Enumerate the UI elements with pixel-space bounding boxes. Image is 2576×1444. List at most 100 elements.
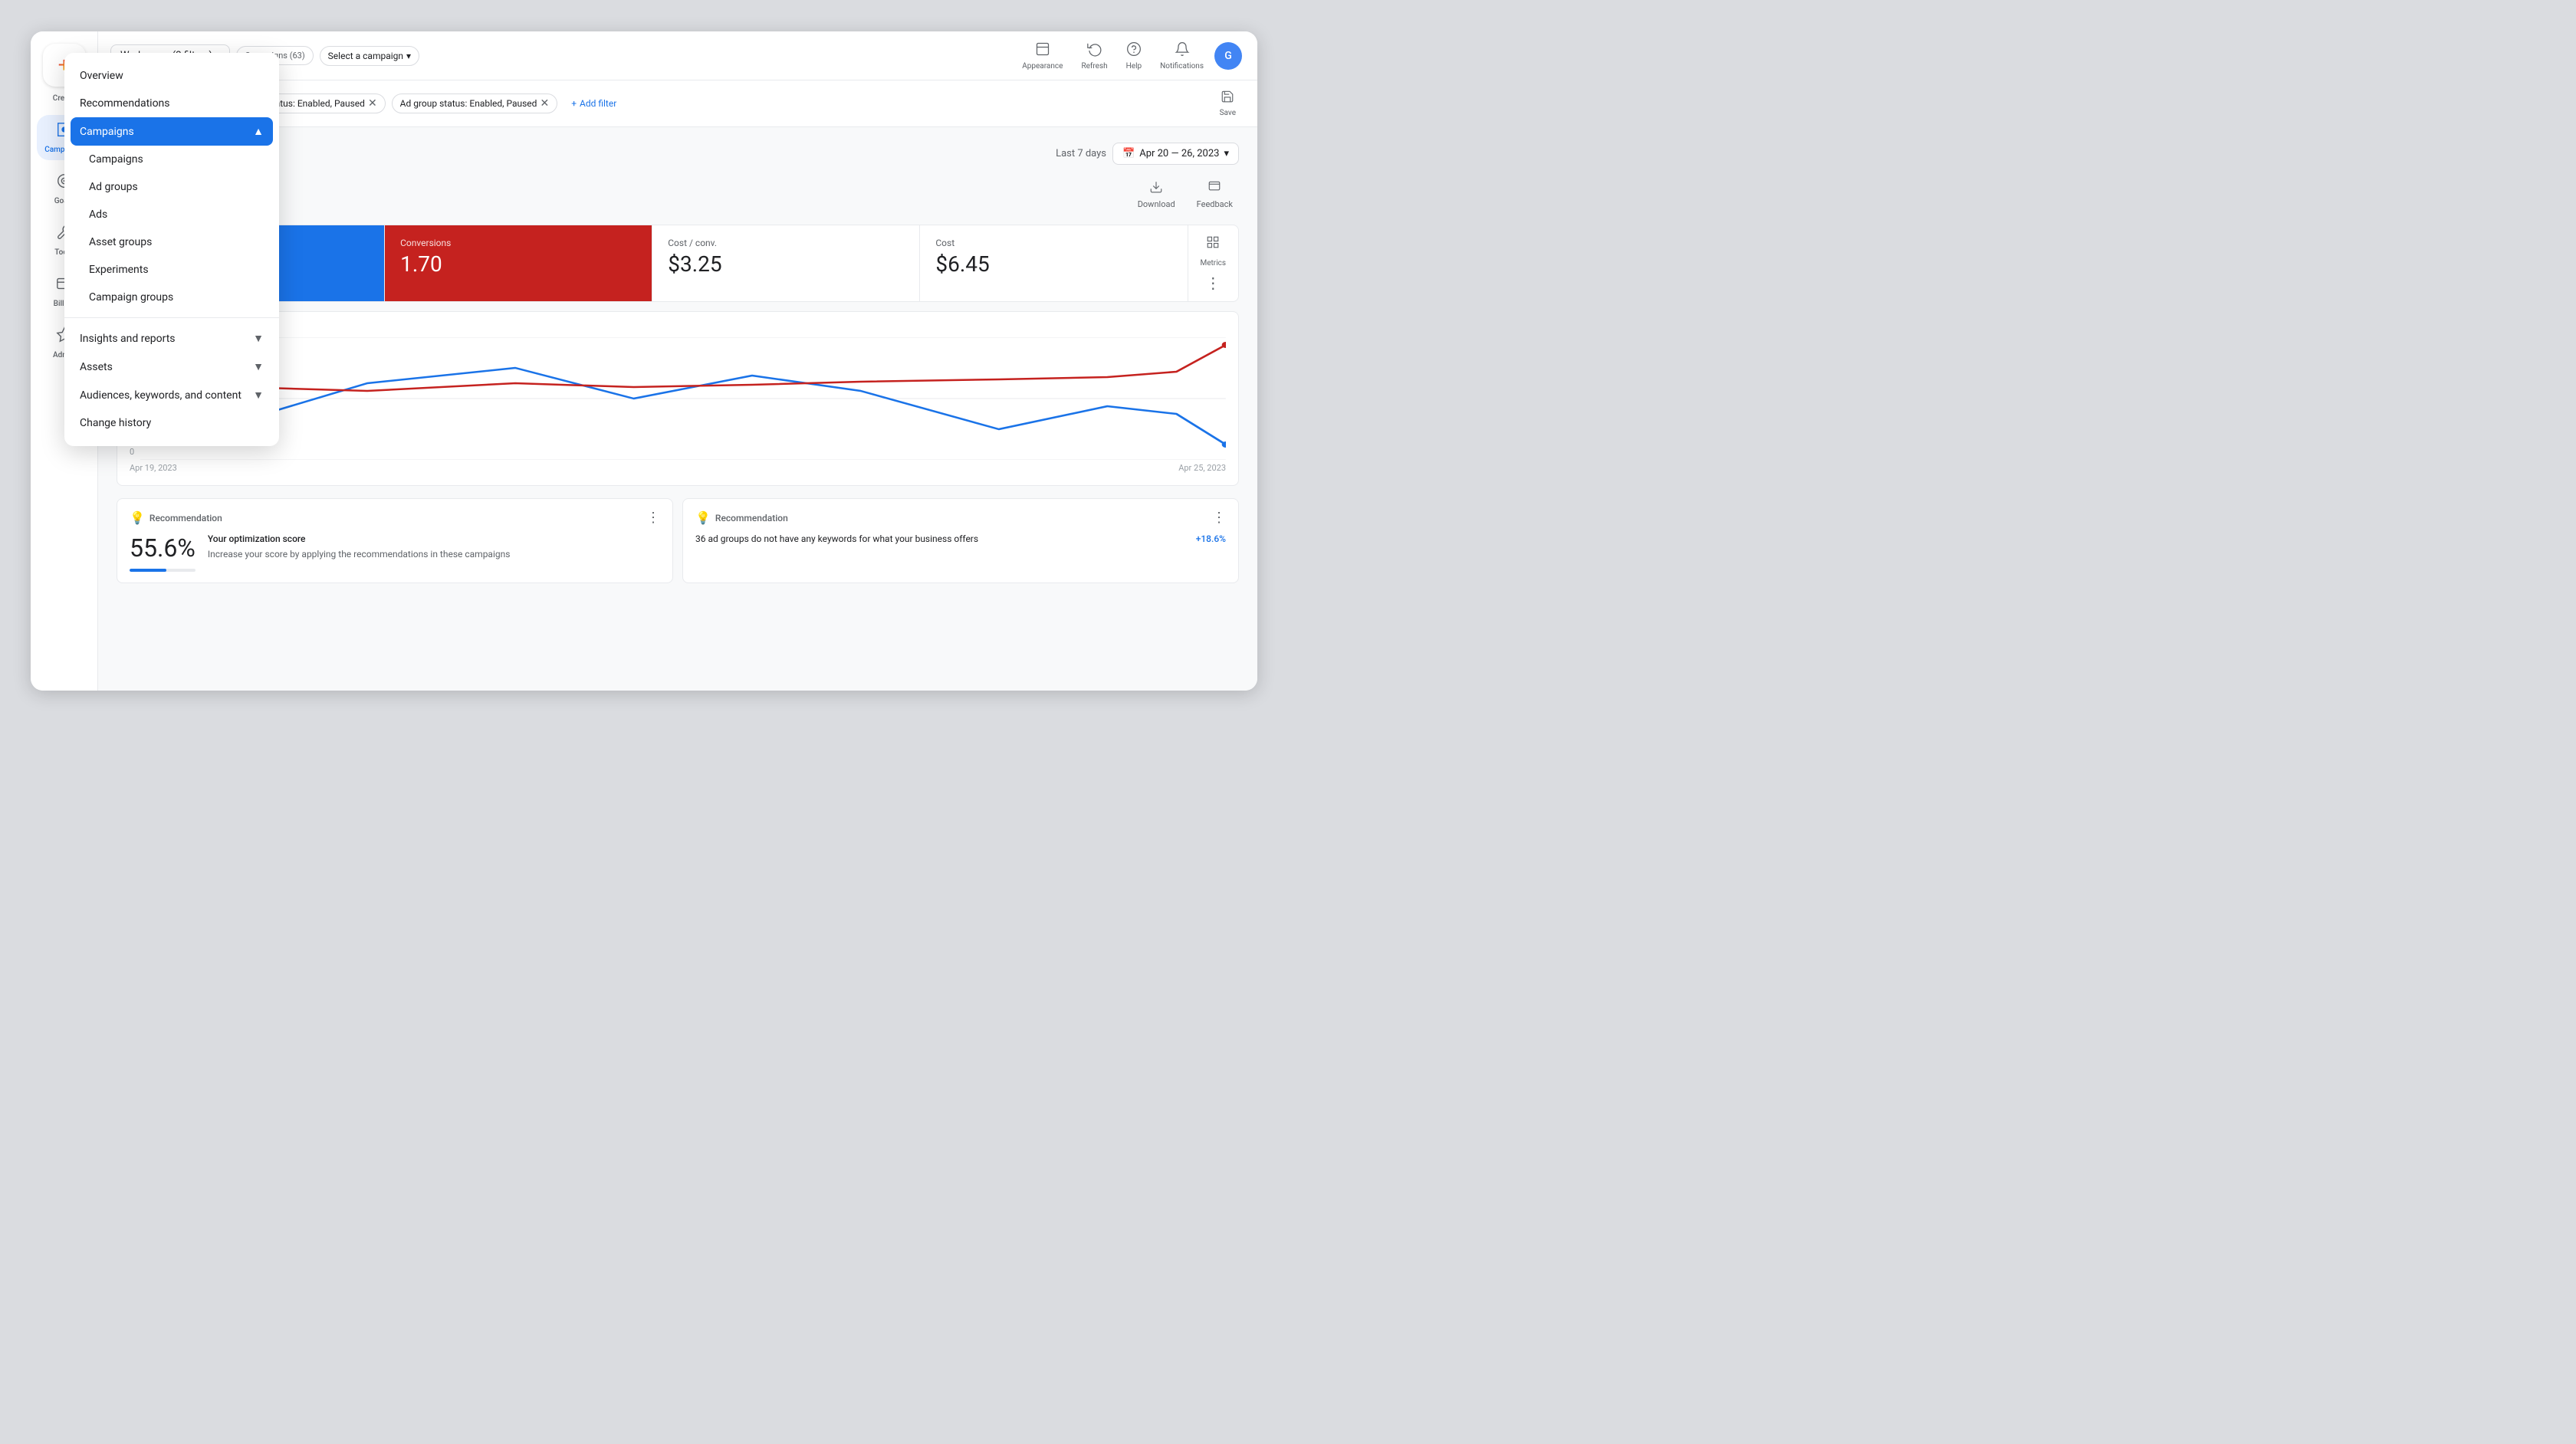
audiences-chevron-icon: ▼ [253, 389, 264, 402]
header-right: Appearance Refresh [1014, 37, 1242, 75]
help-button[interactable]: Help [1119, 37, 1149, 75]
refresh-button[interactable]: Refresh [1073, 37, 1115, 75]
rec-2-type-label: Recommendation [715, 513, 788, 523]
rec-2-body: 36 ad groups do not have any keywords fo… [695, 533, 1226, 544]
date-range-label: Last 7 days [1056, 148, 1106, 159]
adgroup-status-label: Ad group status: Enabled, Paused [400, 98, 537, 109]
flyout-changehistory[interactable]: Change history [64, 409, 279, 437]
chart-svg [140, 337, 1226, 460]
download-icon [1149, 180, 1163, 198]
rec-2-boost: +18.6% [1196, 533, 1226, 544]
download-button[interactable]: Download [1132, 177, 1181, 212]
notifications-icon [1175, 41, 1190, 61]
date-picker-chevron-icon: ▾ [1224, 148, 1229, 159]
chart-x-labels: Apr 19, 2023 Apr 25, 2023 [130, 463, 1226, 473]
action-right: Download Feedback [1132, 177, 1239, 212]
chart-container: 2 2 1 0 [117, 311, 1239, 486]
flyout-audiences[interactable]: Audiences, keywords, and content ▼ [64, 381, 279, 409]
refresh-label: Refresh [1081, 62, 1107, 71]
metrics-controls: Metrics ⋮ [1188, 225, 1239, 301]
avatar-initials: G [1224, 50, 1232, 62]
metric-conversions[interactable]: Conversions 1.70 [385, 225, 652, 301]
appearance-label: Appearance [1022, 62, 1063, 71]
feedback-icon [1208, 180, 1221, 198]
rec-1-progress-fill [130, 569, 166, 572]
recommendations-section: 💡 Recommendation ⋮ 55.6% [117, 498, 1239, 583]
flyout-sub-campaigns[interactable]: Campaigns [64, 146, 279, 173]
select-campaign-dropdown[interactable]: Select a campaign ▾ [320, 46, 419, 66]
help-icon [1126, 41, 1142, 61]
notifications-button[interactable]: Notifications [1152, 37, 1211, 75]
chart-y-label-0: 0 [130, 447, 134, 457]
help-label: Help [1126, 62, 1142, 71]
flyout-insights[interactable]: Insights and reports ▼ [64, 324, 279, 353]
flyout-sub-assetgroups[interactable]: Asset groups [64, 228, 279, 256]
date-range: Last 7 days 📅 Apr 20 — 26, 2023 ▾ [1056, 143, 1239, 165]
rec-card-1: 💡 Recommendation ⋮ 55.6% [117, 498, 673, 583]
rec-1-description: Increase your score by applying the reco… [208, 547, 511, 561]
refresh-icon [1087, 41, 1102, 61]
rec-1-title-row: 💡 Recommendation [130, 510, 222, 525]
flyout-overview[interactable]: Overview [64, 62, 279, 90]
metrics-more-icon[interactable]: ⋮ [1205, 274, 1221, 292]
flyout-sub-ads[interactable]: Ads [64, 201, 279, 228]
calendar-icon: 📅 [1122, 148, 1135, 159]
date-range-value: Apr 20 — 26, 2023 [1139, 148, 1219, 159]
campaign-status-close-icon[interactable]: ✕ [368, 97, 377, 110]
appearance-icon [1035, 41, 1050, 61]
cost-per-conv-value: $3.25 [668, 251, 904, 277]
flyout-recommendations[interactable]: Recommendations [64, 90, 279, 117]
metrics-grid-icon[interactable] [1206, 235, 1220, 253]
insights-chevron-icon: ▼ [253, 332, 264, 345]
metrics-section: Clicks 39.7K Conversions 1.70 Cost / con… [117, 225, 1239, 302]
save-button[interactable]: Save [1214, 87, 1242, 120]
feedback-button[interactable]: Feedback [1191, 177, 1239, 212]
save-icon [1221, 90, 1234, 107]
rec-2-more-icon[interactable]: ⋮ [1212, 510, 1226, 526]
rec-1-more-icon[interactable]: ⋮ [646, 510, 660, 526]
adgroup-status-close-icon[interactable]: ✕ [540, 97, 549, 110]
flyout-menu: Overview Recommendations Campaigns ▲ Cam… [64, 53, 279, 446]
feedback-label: Feedback [1197, 199, 1233, 209]
conversions-label: Conversions [400, 238, 636, 248]
adgroup-status-chip[interactable]: Ad group status: Enabled, Paused ✕ [392, 94, 558, 113]
metric-cost-per-conv[interactable]: Cost / conv. $3.25 [652, 225, 920, 301]
rec-1-score: 55.6% [130, 533, 196, 572]
metric-cost[interactable]: Cost $6.45 [920, 225, 1188, 301]
chart-x-start: Apr 19, 2023 [130, 463, 177, 473]
rec-1-title-text: Your optimization score [208, 533, 511, 544]
cost-value: $6.45 [935, 251, 1171, 277]
chart-inner: 2 2 1 0 [130, 324, 1226, 460]
cost-label: Cost [935, 238, 1171, 248]
rec-2-header: 💡 Recommendation ⋮ [695, 510, 1226, 526]
rec-1-score-row: 55.6% Your optimization score Increase y… [130, 533, 660, 572]
rec-1-type-label: Recommendation [150, 513, 222, 523]
flyout-sub-campaigngroups[interactable]: Campaign groups [64, 284, 279, 311]
appearance-button[interactable]: Appearance [1014, 37, 1070, 75]
rec-1-text: Your optimization score Increase your sc… [208, 533, 511, 561]
action-bar: + New campaign Download [117, 177, 1239, 212]
select-campaign-chevron-icon: ▾ [406, 51, 411, 61]
save-label: Save [1220, 109, 1236, 117]
rec-2-text: 36 ad groups do not have any keywords fo… [695, 533, 978, 544]
rec-2-bulb-icon: 💡 [695, 510, 711, 525]
cost-per-conv-label: Cost / conv. [668, 238, 904, 248]
metrics-label: Metrics [1201, 259, 1227, 267]
chart-x-end: Apr 25, 2023 [1178, 463, 1226, 473]
date-picker[interactable]: 📅 Apr 20 — 26, 2023 ▾ [1112, 143, 1239, 165]
flyout-sub-experiments[interactable]: Experiments [64, 256, 279, 284]
flyout-assets[interactable]: Assets ▼ [64, 353, 279, 381]
rec-1-header: 💡 Recommendation ⋮ [130, 510, 660, 526]
flyout-sub-adgroups[interactable]: Ad groups [64, 173, 279, 201]
flyout-campaigns[interactable]: Campaigns ▲ [71, 117, 273, 146]
campaigns-chevron-icon: ▲ [253, 125, 264, 138]
assets-chevron-icon: ▼ [253, 360, 264, 373]
notifications-label: Notifications [1160, 62, 1204, 71]
user-avatar[interactable]: G [1214, 42, 1242, 70]
rec-2-title-row: 💡 Recommendation [695, 510, 788, 525]
add-filter-button[interactable]: + Add filter [564, 95, 624, 112]
rec-1-bulb-icon: 💡 [130, 510, 145, 525]
rec-1-progress-bar [130, 569, 196, 572]
chart-y-axis-labels: 2 [130, 324, 1226, 334]
flyout-divider-1 [64, 317, 279, 318]
